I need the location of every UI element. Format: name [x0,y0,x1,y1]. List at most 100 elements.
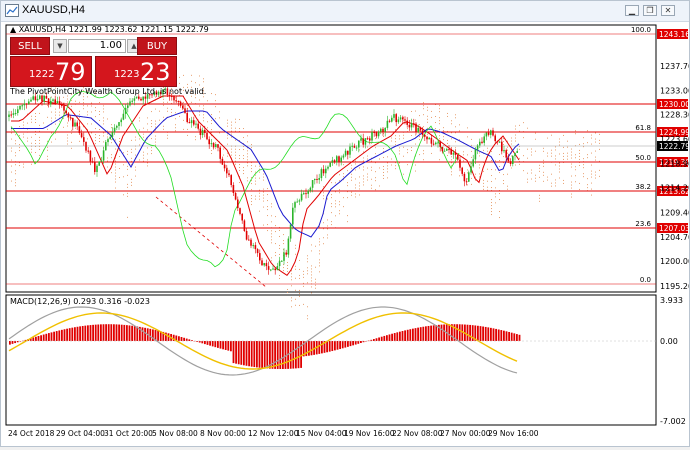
cloud-dot [175,112,176,114]
close-button[interactable]: ✕ [661,5,675,16]
cloud-dot [239,164,240,166]
cloud-dot [579,152,580,154]
cloud-dot [383,177,384,179]
cloud-dot [591,194,592,196]
cloud-dot [251,201,252,203]
cloud-dot [167,107,168,109]
cloud-dot [587,130,588,132]
cloud-dot [507,173,508,175]
cloud-dot [287,291,288,293]
cloud-dot [123,164,124,166]
cloud-dot [375,180,376,182]
cloud-dot [355,187,356,189]
cloud-dot [507,152,508,154]
candle-body [239,208,241,214]
price-label: 1233.00 [660,86,689,95]
cloud-dot [343,164,344,166]
cloud-dot [515,164,516,166]
candle-body [21,105,23,107]
cloud-dot [315,266,316,268]
volume-down-icon[interactable]: ▼ [53,39,67,53]
cloud-dot [535,174,536,176]
cloud-dot [47,104,48,106]
cloud-dot [223,148,224,150]
cloud-dot [375,153,376,155]
cloud-dot [375,138,376,140]
cloud-dot [519,163,520,165]
ask-price-box[interactable]: 1223 23 [95,56,177,87]
candle-body [208,139,210,145]
cloud-dot [275,225,276,227]
cloud-dot [355,184,356,186]
candle-body [173,96,175,101]
cloud-dot [43,122,44,124]
macd-bar [263,341,266,369]
candle-body [303,193,305,195]
cloud-dot [335,182,336,184]
candle-body [360,138,362,141]
cloud-dot [155,126,156,128]
cloud-dot [363,160,364,162]
macd-bar [458,324,461,341]
macd-bar [430,325,432,341]
cloud-dot [11,132,12,134]
cloud-dot [87,96,88,98]
cloud-dot [591,188,592,190]
cloud-dot [347,221,348,223]
cloud-dot [415,170,416,172]
cloud-dot [403,134,404,136]
cloud-dot [31,118,32,120]
cloud-dot [271,206,272,208]
cloud-dot [295,277,296,279]
cloud-dot [239,167,240,169]
cloud-dot [575,133,576,135]
cloud-dot [203,117,204,119]
cloud-dot [415,134,416,136]
sell-button[interactable]: SELL [10,37,50,55]
cloud-dot [255,165,256,167]
cloud-dot [87,123,88,125]
macd-bar [55,331,58,341]
cloud-dot [203,120,204,122]
cloud-dot [483,185,484,187]
candle-body [74,122,76,127]
cloud-dot [227,134,228,136]
cloud-dot [351,167,352,169]
cloud-dot [147,123,148,125]
cloud-dot [323,237,324,239]
cloud-dot [79,113,80,115]
cloud-dot [203,78,204,80]
chart-area[interactable]: 100.0 1243.16 61.8 1224.99 50.0 1219.30 38.2 12… [1,22,690,446]
macd-bar [310,341,313,356]
cloud-dot [243,149,244,151]
cloud-dot [183,101,184,103]
restore-button[interactable]: ❐ [643,5,657,16]
cloud-dot [71,147,72,149]
cloud-dot [151,120,152,122]
cloud-dot [447,154,448,156]
volume-input[interactable]: 1.00 [68,39,126,53]
cloud-dot [559,162,560,164]
cloud-dot [363,175,364,177]
minimize-button[interactable]: ▁ [625,5,639,16]
cloud-dot [363,178,364,180]
cloud-dot [319,226,320,228]
cloud-dot [207,127,208,129]
bid-price-box[interactable]: 1222 79 [10,56,92,87]
macd-bar [401,331,404,341]
cloud-dot [403,137,404,139]
candle-body [25,103,28,105]
cloud-dot [555,149,556,151]
cloud-dot [251,189,252,191]
macd-bar [367,340,370,342]
cloud-dot [263,179,264,181]
cloud-dot [431,110,432,112]
bid-price-pips: 79 [55,58,86,86]
cloud-dot [579,158,580,160]
cloud-dot [523,170,524,172]
candle-body [78,126,81,134]
candle-body [338,156,340,162]
cloud-dot [267,206,268,208]
candle-body [83,137,85,142]
buy-button[interactable]: BUY [137,37,177,55]
